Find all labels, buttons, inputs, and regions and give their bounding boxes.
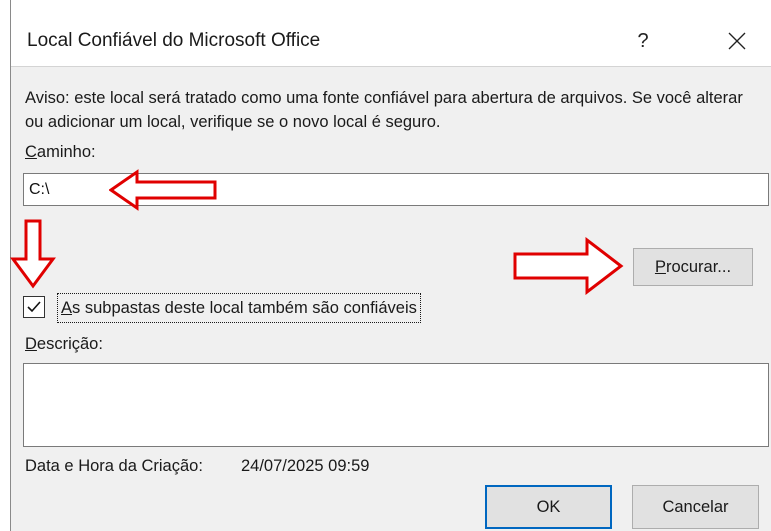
browse-label: rocurar... [665,258,732,276]
subfolders-access-key: A [61,299,73,317]
creation-date-value: 24/07/2025 09:59 [241,457,370,475]
annotation-arrow-right-icon [513,237,624,295]
path-label-access-key: C [25,143,37,161]
ok-button[interactable]: OK [485,485,612,529]
annotation-arrow-left-icon [109,169,217,211]
help-button[interactable]: ? [623,22,663,60]
subfolders-label[interactable]: As subpastas deste local também são conf… [57,293,421,323]
browse-access-key: P [654,258,666,276]
description-label: Descrição: [25,335,103,354]
browse-button[interactable]: Procurar... [633,248,753,286]
checkmark-icon [27,301,41,313]
dialog-body: Aviso: este local será tratado como uma … [10,66,771,531]
description-input[interactable] [23,363,769,447]
cancel-button[interactable]: Cancelar [632,485,759,529]
close-icon [728,32,746,50]
path-label: Caminho: [25,143,96,162]
window-title: Local Confiável do Microsoft Office [27,30,321,51]
warning-text: Aviso: este local será tratado como uma … [25,89,743,131]
creation-date-label: Data e Hora da Criação: [25,457,203,475]
description-label-access-key: D [25,335,37,353]
title-bar: Local Confiável do Microsoft Office ? [11,0,771,66]
annotation-arrow-down-icon [10,219,56,289]
path-label-text: aminho: [36,143,96,161]
close-button[interactable] [717,22,757,60]
description-label-text: escrição: [36,335,103,353]
subfolders-checkbox-row[interactable]: As subpastas deste local também são conf… [22,293,472,323]
subfolders-checkbox[interactable] [23,296,45,318]
subfolders-label-text: s subpastas deste local também são confi… [72,299,417,317]
